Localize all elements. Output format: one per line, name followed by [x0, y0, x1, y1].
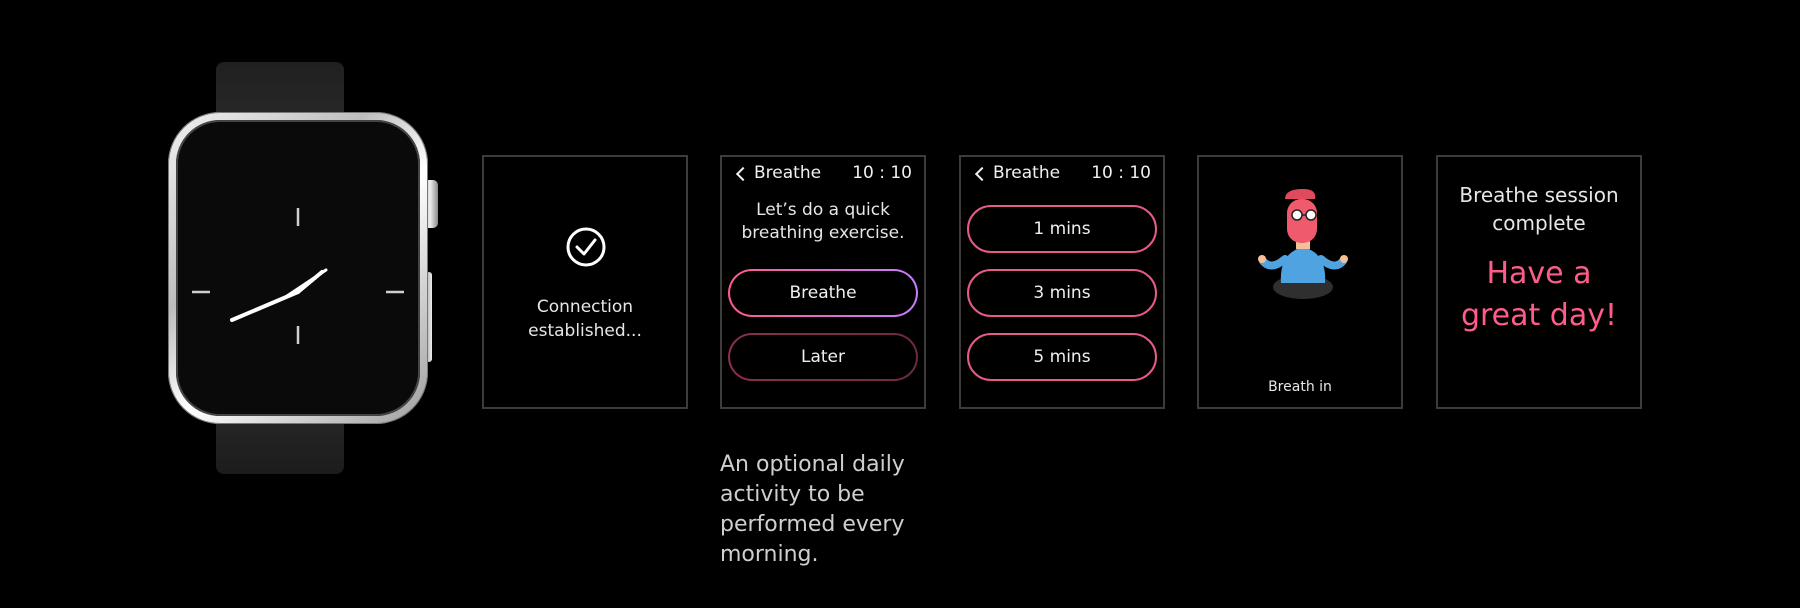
complete-screen: Breathe session complete Have a great da… [1436, 155, 1642, 409]
duration-screen: Breathe 10 : 10 1 mins 3 mins 5 mins [959, 155, 1165, 409]
duration-option-5[interactable]: 5 mins [967, 333, 1157, 381]
connection-status-text: Connection established... [528, 297, 642, 341]
status-bar: Breathe 10 : 10 [735, 159, 912, 187]
back-label: Breathe [993, 163, 1061, 183]
connection-screen: Connection established... [482, 155, 688, 409]
watch-screen [176, 120, 420, 416]
check-circle-icon [566, 227, 606, 267]
back-label: Breathe [754, 163, 822, 183]
breathing-screen: Breath in [1197, 155, 1403, 409]
duration-option-3[interactable]: 3 mins [967, 269, 1157, 317]
chevron-left-icon [735, 166, 751, 181]
prompt-screen: Breathe 10 : 10 Let’s do a quick breathi… [720, 155, 926, 409]
back-button[interactable]: Breathe [735, 163, 822, 183]
meditating-person-icon [1258, 189, 1348, 299]
status-bar: Breathe 10 : 10 [974, 159, 1151, 187]
description-caption: An optional daily activity to be perform… [720, 452, 905, 567]
breathe-button[interactable]: Breathe [728, 269, 918, 317]
exercise-prompt: Let’s do a quick breathing exercise. [741, 200, 905, 243]
watch-case [168, 112, 428, 424]
back-button[interactable]: Breathe [974, 163, 1061, 183]
breath-instruction: Breath in [1268, 379, 1332, 395]
greeting-message: Have a great day! [1460, 256, 1618, 333]
watch-illustration [160, 62, 460, 474]
clock-face-icon [192, 208, 404, 344]
time-display: 10 : 10 [1091, 163, 1151, 183]
canvas: Connection established... Breathe 10 : 1… [0, 0, 1800, 608]
duration-option-1[interactable]: 1 mins [967, 205, 1157, 253]
chevron-left-icon [974, 166, 990, 181]
session-complete-title: Breathe session complete [1459, 183, 1619, 235]
time-display: 10 : 10 [852, 163, 912, 183]
later-button[interactable]: Later [728, 333, 918, 381]
